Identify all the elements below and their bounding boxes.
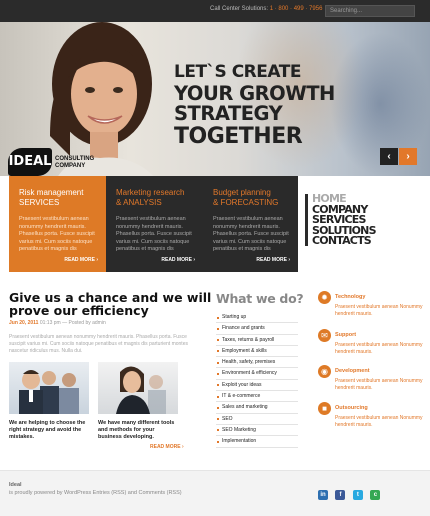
hero-headline: LET`S CREATE YOUR GROWTH STRATEGY TOGETH… — [174, 64, 430, 148]
feature-subtitle-3: & FORECASTING — [213, 198, 279, 207]
service-title[interactable]: Technology — [335, 294, 365, 300]
post-meta: Jun 20, 2011 01:13 pm — Posted by admin — [9, 320, 106, 326]
logo-line-2: COMPANY — [55, 162, 86, 169]
woman-portrait-image — [50, 22, 154, 176]
service-development: ◉ Development Praesent vestibulum aenean… — [318, 365, 423, 405]
facebook-icon[interactable]: f — [335, 490, 346, 500]
list-item[interactable]: Environment & efficiency — [216, 368, 298, 380]
list-item[interactable]: SEO Marketing — [216, 425, 298, 437]
slider-next-button[interactable]: › — [399, 148, 417, 165]
nav-divider — [305, 194, 308, 246]
read-more-link[interactable]: READ MORE — [161, 257, 195, 263]
service-technology: ✹ Technology Praesent vestibulum aenean … — [318, 291, 423, 331]
service-text: Praesent vestibulum aenean Nonummy hendr… — [335, 304, 423, 317]
post-heading-line-2: prove our efficiency — [9, 303, 149, 318]
feature-title-2: Marketing research — [116, 188, 185, 197]
call-center: Call Center Solutions: 1 · 800 · 499 · 7… — [210, 6, 322, 12]
what-we-do-list: Starting up Finance and grants Taxes, re… — [216, 312, 298, 448]
feature-box-risk-management: Risk management SERVICES Praesent vestib… — [9, 176, 106, 272]
feature-box-marketing-research: Marketing research & ANALYSIS Praesent v… — [106, 176, 203, 272]
post-time: 01:13 pm — [39, 320, 61, 326]
logo-line-1: CONSULTING — [55, 156, 95, 162]
list-item[interactable]: Employment & skills — [216, 346, 298, 358]
logo-text: CONSULTING COMPANY — [55, 156, 94, 169]
hero-banner: LET`S CREATE YOUR GROWTH STRATEGY TOGETH… — [0, 22, 430, 176]
headline-line-2: YOUR GROWTH STRATEGY — [174, 82, 335, 125]
list-item[interactable]: Implementation — [216, 436, 298, 448]
footer-text[interactable]: is proudly powered by WordPress Entries … — [9, 490, 182, 496]
service-support: ✉ Support Praesent vestibulum aenean Non… — [318, 329, 423, 369]
service-title[interactable]: Support — [335, 332, 356, 338]
chat-icon: ✉ — [318, 329, 331, 342]
service-text: Praesent vestibulum aenean Nonummy hendr… — [335, 342, 423, 355]
team-photo-image — [9, 362, 89, 414]
gear-icon: ✹ — [318, 291, 331, 304]
nav-item-contacts[interactable]: CONTACTS — [312, 235, 376, 247]
read-more-link[interactable]: READ MORE — [256, 257, 290, 263]
service-title[interactable]: Development — [335, 368, 370, 374]
slider-prev-button[interactable]: ‹ — [380, 148, 398, 165]
feature-subtitle-1: SERVICES — [19, 198, 60, 207]
list-item[interactable]: Health, safety, premises — [216, 357, 298, 369]
headline-line-1: LET`S CREATE — [174, 62, 301, 82]
call-label: Call Center Solutions: — [210, 6, 269, 12]
globe-icon: ◉ — [318, 365, 331, 378]
thumb-caption-2: We have many different tools and methods… — [98, 420, 175, 440]
feature-text-2: Praesent vestibulum aenean nonummy hendr… — [116, 216, 192, 252]
list-item[interactable]: Finance and grants — [216, 323, 298, 335]
list-item[interactable]: Taxes, returns & payroll — [216, 335, 298, 346]
post-text: Praesent vestibulum aenean nonummy hendr… — [9, 334, 188, 354]
list-item[interactable]: SEO — [216, 414, 298, 425]
box-icon: ■ — [318, 402, 331, 415]
logo-badge: IDEAL — [8, 148, 52, 176]
businesswoman-photo-image — [98, 362, 178, 414]
footer-site-name: Ideal — [9, 482, 22, 488]
post-author: — Posted by admin — [62, 320, 106, 326]
feature-text-1: Praesent vestibulum aenean nonummy hendr… — [19, 216, 95, 252]
footer: Ideal is proudly powered by WordPress En… — [0, 470, 430, 516]
top-bar: Call Center Solutions: 1 · 800 · 499 · 7… — [0, 0, 430, 22]
post-heading: Give us a chance and we will prove our e… — [9, 291, 211, 317]
service-text: Praesent vestibulum aenean Nonummy hendr… — [335, 378, 423, 391]
search-input[interactable]: Searching... — [325, 5, 415, 17]
list-item[interactable]: Exploit your ideas — [216, 380, 298, 392]
list-item[interactable]: IT & e-commerce — [216, 391, 298, 403]
read-more-link[interactable]: READ MORE — [64, 257, 98, 263]
chat-icon[interactable]: c — [370, 490, 381, 500]
feature-text-3: Praesent vestibulum aenean nonummy hendr… — [213, 216, 289, 252]
headline-line-3: TOGETHER — [174, 124, 303, 149]
feature-title-3: Budget planning — [213, 188, 271, 197]
what-we-do-title: What we do? — [216, 291, 304, 306]
service-outsourcing: ■ Outsourcing Praesent vestibulum aenean… — [318, 402, 423, 442]
social-links: in f t c — [318, 483, 383, 501]
list-item[interactable]: Sales and marketing — [216, 402, 298, 414]
thumb-caption-1: We are helping to choose the right strat… — [9, 420, 86, 440]
feature-title-1: Risk management — [19, 188, 84, 197]
service-text: Praesent vestibulum aenean Nonummy hendr… — [335, 415, 423, 428]
service-title[interactable]: Outsourcing — [335, 405, 368, 411]
read-more-link[interactable]: READ MORE — [150, 444, 184, 450]
feature-box-budget-planning: Budget planning & FORECASTING Praesent v… — [203, 176, 298, 272]
post-date: Jun 20, 2011 — [9, 320, 39, 326]
linkedin-icon[interactable]: in — [318, 490, 328, 500]
twitter-icon[interactable]: t — [352, 490, 363, 500]
feature-subtitle-2: & ANALYSIS — [116, 198, 162, 207]
main-navigation: HOME COMPANY SERVICES SOLUTIONS CONTACTS — [305, 193, 376, 247]
phone-number[interactable]: 1 · 800 · 499 · 7956 — [270, 6, 323, 12]
list-item[interactable]: Starting up — [216, 312, 298, 324]
